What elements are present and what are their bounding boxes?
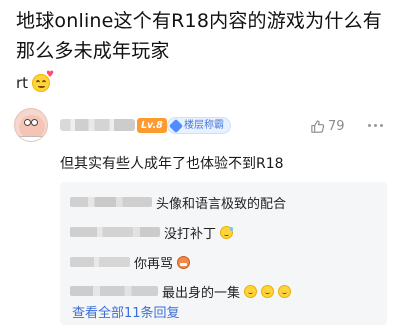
gem-icon [168, 118, 184, 133]
grin-emoji-icon [244, 284, 258, 298]
reply-item[interactable]: 没打补丁 [70, 222, 234, 242]
reply-text: 你再骂 [134, 256, 174, 272]
reply-text: 头像和语言极致的配合 [156, 196, 287, 212]
comment-text: 但其实有些人成年了也体验不到R18 [60, 156, 284, 172]
smile-emoji-icon: ♥ [32, 71, 54, 92]
reply-username[interactable] [70, 286, 158, 296]
like-count: 79 [328, 119, 345, 134]
username[interactable] [60, 119, 135, 131]
reply-username[interactable] [70, 227, 160, 237]
more-icon[interactable] [364, 118, 386, 132]
thumb-up-icon [311, 120, 325, 133]
reply-list: 头像和语言极致的配合 没打补丁 你再骂 最出身的一集 查看全部11条回复 [60, 182, 387, 325]
like-button[interactable]: 79 [310, 119, 345, 134]
reply-username[interactable] [70, 197, 152, 207]
reply-username[interactable] [70, 257, 130, 267]
sweat-emoji-icon [220, 225, 234, 239]
post-title: 地球online这个有R18内容的游戏为什么有那么多未成年玩家 [16, 10, 382, 62]
reply-item[interactable]: 最出身的一集 [70, 281, 292, 301]
post-body-text: rt [16, 74, 29, 92]
grin-emoji-icon [261, 284, 275, 298]
reply-text: 最出身的一集 [162, 285, 241, 301]
post-body: rt ♥ [16, 71, 54, 92]
angry-emoji-icon [177, 255, 191, 269]
avatar[interactable] [14, 108, 48, 142]
reply-item[interactable]: 你再骂 [70, 252, 191, 272]
title-badge[interactable]: 楼层称霸 [167, 117, 231, 134]
reply-item[interactable]: 头像和语言极致的配合 [70, 192, 286, 212]
grin-emoji-icon [278, 284, 292, 298]
view-all-replies-link[interactable]: 查看全部11条回复 [72, 302, 180, 321]
title-badge-label: 楼层称霸 [184, 120, 224, 131]
level-badge: Lv.8 [137, 118, 167, 133]
reply-text: 没打补丁 [164, 226, 217, 242]
